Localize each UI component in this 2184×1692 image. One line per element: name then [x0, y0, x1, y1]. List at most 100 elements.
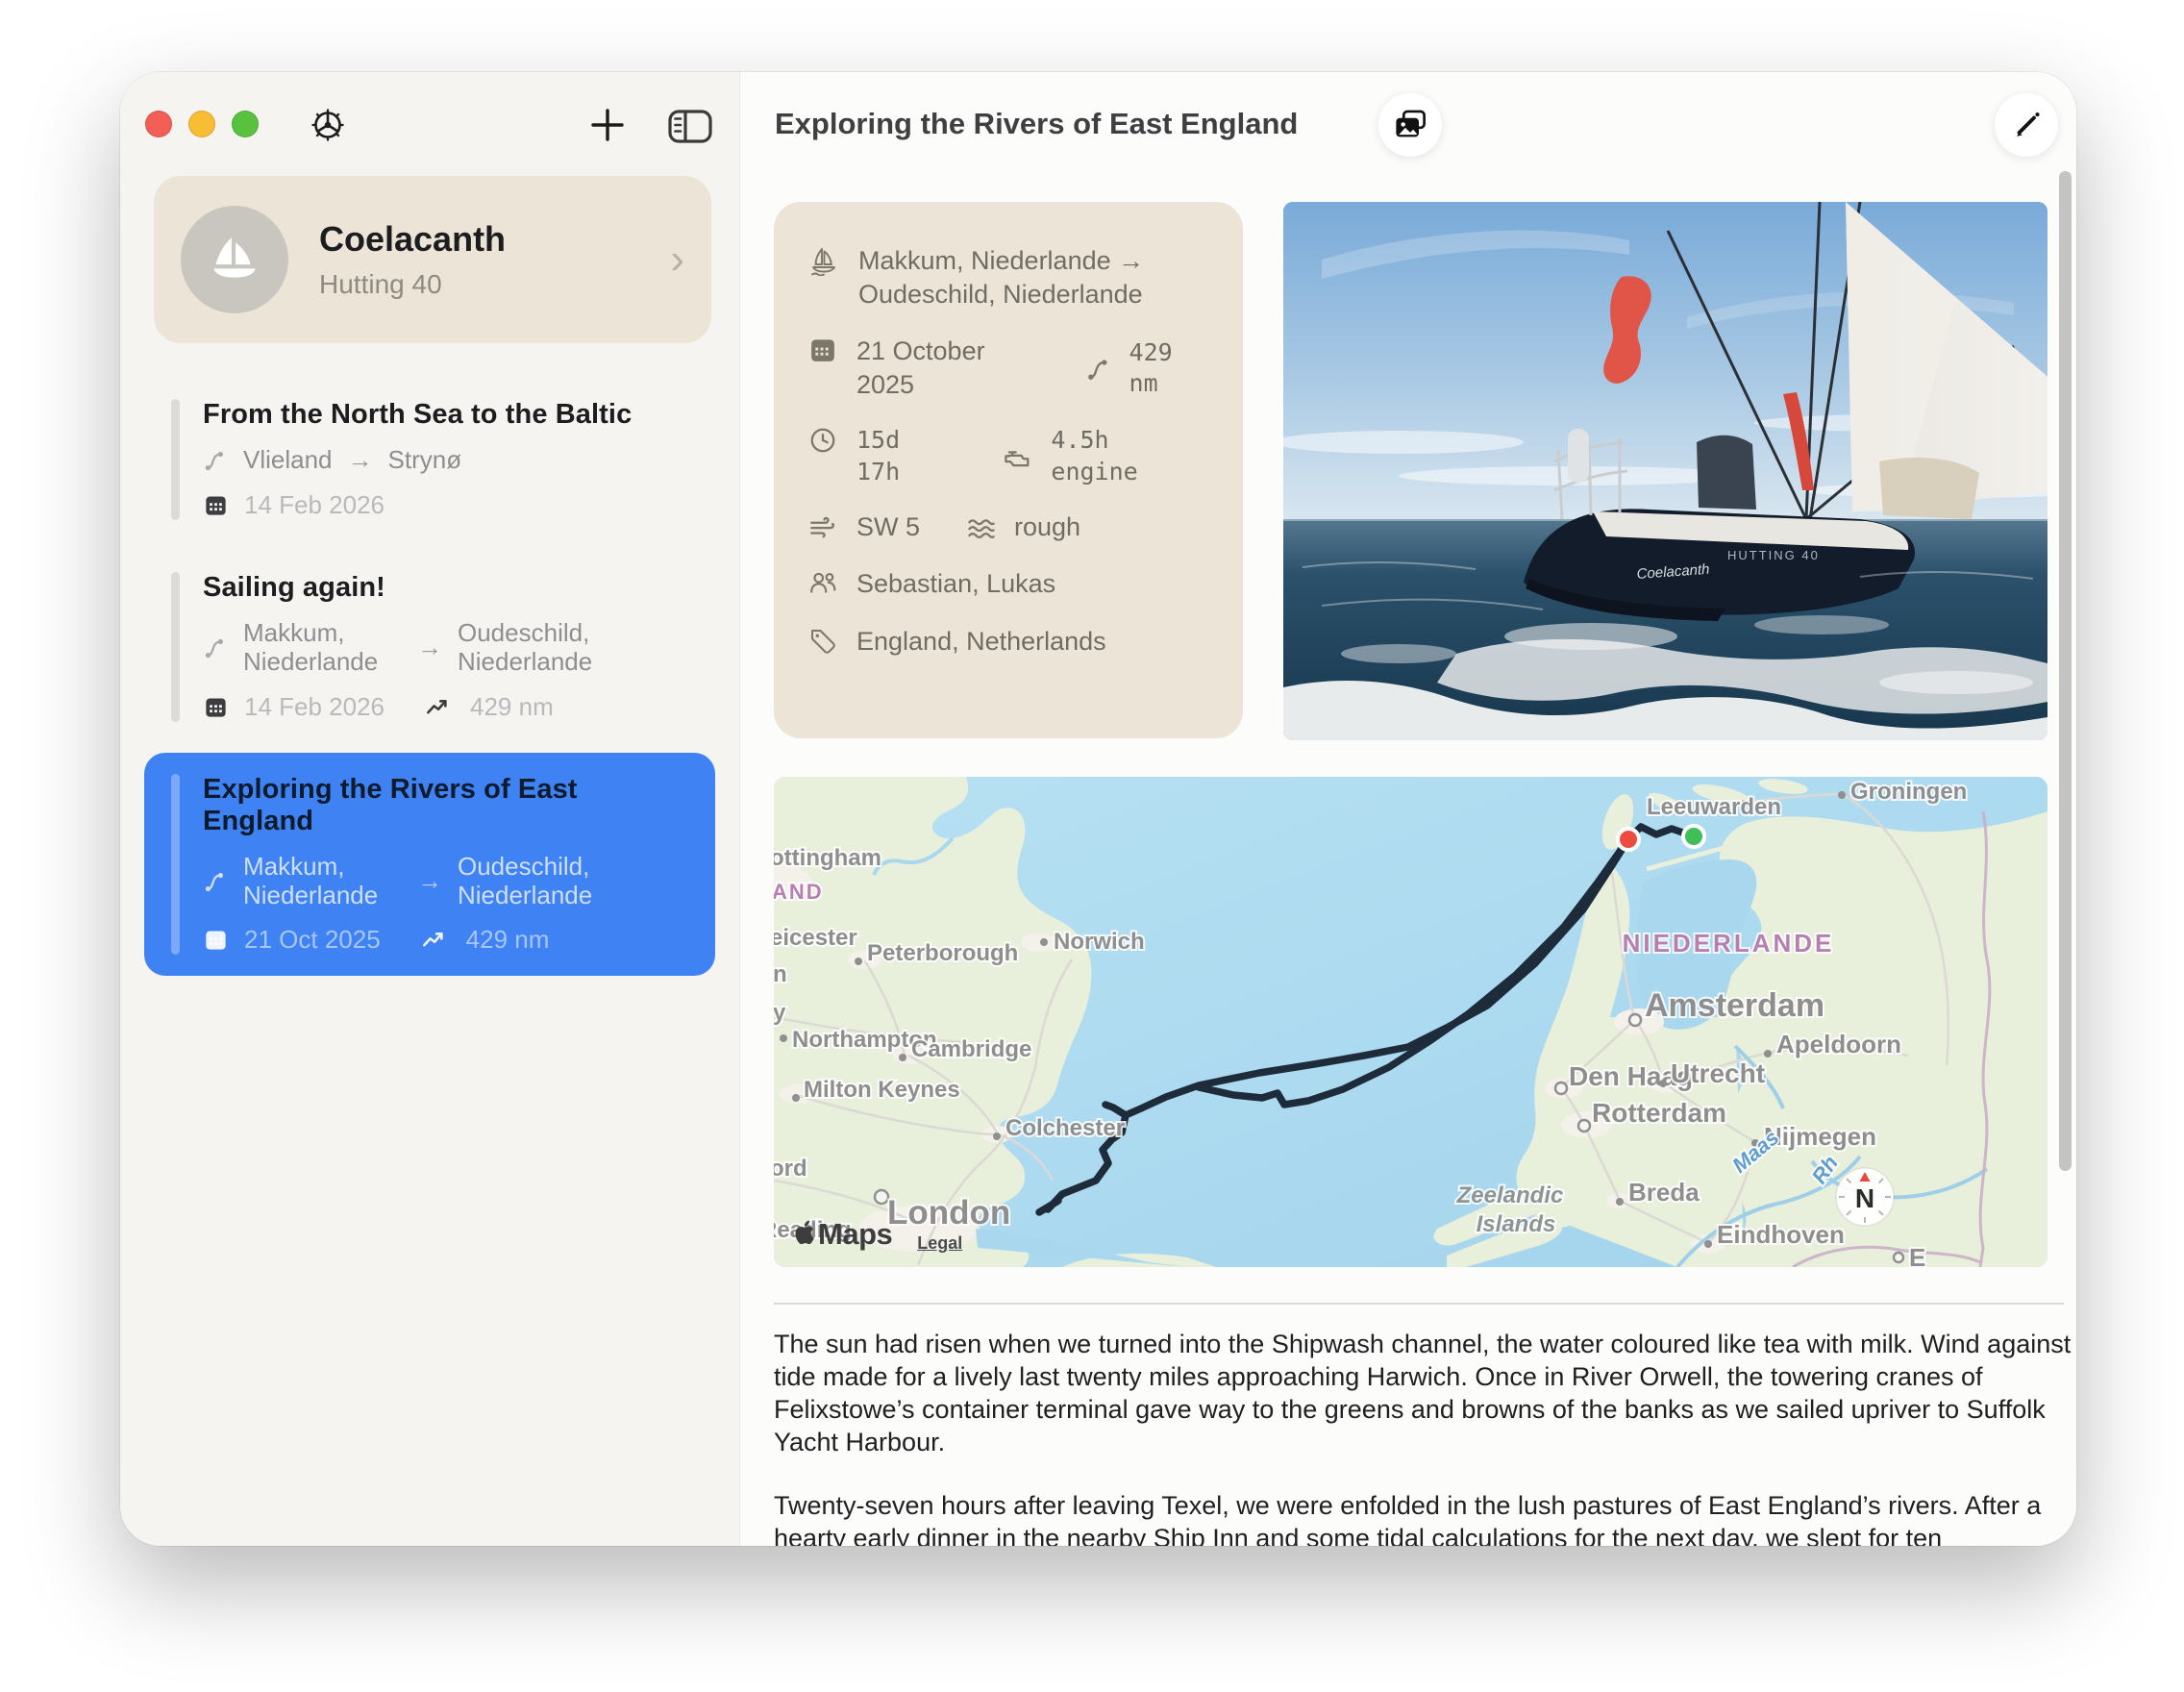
- map-place-label: Apeldoorn: [1776, 1030, 1901, 1058]
- map-place-label: Colchester: [1005, 1115, 1125, 1141]
- trip-meta: 14 Feb 2026: [203, 490, 688, 520]
- article-paragraph: Twenty-seven hours after leaving Texel, …: [774, 1489, 2072, 1546]
- trip-route: Makkum, Niederlande → Oudeschild, Nieder…: [203, 619, 688, 677]
- trip-distance: 429 nm: [470, 692, 554, 722]
- trip-title: Sailing again!: [203, 572, 688, 604]
- helm-wheel-icon: [309, 106, 347, 144]
- trip-accent-bar: [171, 774, 180, 956]
- maps-legal-link[interactable]: Legal: [917, 1233, 962, 1254]
- arrow-right-glyph: →: [417, 634, 442, 662]
- main-scrollbar[interactable]: [2059, 171, 2072, 1171]
- wind-icon: [808, 511, 837, 540]
- trip-item[interactable]: Sailing again! Makkum, Niederlande → Oud…: [144, 551, 715, 743]
- info-route-to: Oudeschild, Niederlande: [858, 280, 1143, 309]
- add-trip-button[interactable]: [587, 105, 628, 145]
- boat-card[interactable]: Coelacanth Hutting 40 ›: [154, 176, 711, 343]
- minimize-window-button[interactable]: [188, 111, 215, 137]
- maps-brand-label: Maps: [818, 1217, 892, 1252]
- route-icon: [203, 448, 228, 473]
- trip-item[interactable]: From the North Sea to the Baltic Vlielan…: [144, 378, 715, 541]
- waves-icon: [966, 512, 997, 543]
- map-place-label: Breda: [1628, 1178, 1700, 1207]
- route-map[interactable]: ottinghamANDeicesterPeterboroughNorwichn…: [774, 777, 2048, 1267]
- photos-stack-icon: [1393, 108, 1427, 142]
- content-divider: [774, 1303, 2064, 1305]
- boat-name: Coelacanth: [319, 219, 639, 260]
- plus-icon: [587, 105, 628, 145]
- trip-distance-group: 429 nm: [425, 692, 554, 722]
- map-place-label: Leeuwarden: [1647, 794, 1781, 820]
- trip-distance-group: 429 nm: [421, 925, 550, 955]
- info-wind: SW 5: [856, 510, 920, 544]
- map-place-label: NIEDERLANDE: [1623, 929, 1835, 958]
- map-place-label: Eindhoven: [1717, 1220, 1845, 1249]
- info-tags: England, Netherlands: [856, 627, 1106, 656]
- hull-model-text: HUTTING 40: [1727, 548, 1820, 562]
- info-duration: 15d 17h: [856, 425, 956, 487]
- main-content: Exploring the Rivers of East England: [740, 72, 2076, 1546]
- map-place-label: Rotterdam: [1592, 1098, 1726, 1128]
- map-place-label: eicester: [774, 925, 857, 951]
- boat-model: Hutting 40: [319, 269, 639, 300]
- trip-title: From the North Sea to the Baltic: [203, 399, 688, 431]
- trip-meta: 21 Oct 2025 429 nm: [203, 925, 688, 955]
- trip-info-card: Makkum, Niederlande → Oudeschild, Nieder…: [774, 202, 1243, 738]
- route-icon: [203, 869, 228, 894]
- trip-accent-bar: [171, 572, 180, 722]
- close-window-button[interactable]: [145, 111, 172, 137]
- tag-icon: [808, 626, 837, 655]
- info-engine-hours: 4.5h engine: [1051, 425, 1208, 487]
- app-window: Coelacanth Hutting 40 › From the North S…: [120, 72, 2076, 1546]
- map-place-label: ord: [774, 1156, 807, 1182]
- distance-chart-icon: [425, 694, 451, 720]
- trip-meta: 14 Feb 2026 429 nm: [203, 692, 688, 722]
- sailboat-icon: [808, 245, 839, 276]
- trip-accent-bar: [171, 399, 180, 520]
- trip-item[interactable]: Exploring the Rivers of East England Mak…: [144, 753, 715, 977]
- route-icon: [1085, 356, 1112, 383]
- map-place-label: Zeelandic: [1456, 1182, 1564, 1208]
- toggle-sidebar-button[interactable]: [666, 107, 714, 145]
- trip-distance: 429 nm: [466, 925, 550, 955]
- zoom-window-button[interactable]: [232, 111, 259, 137]
- info-crew: Sebastian, Lukas: [856, 569, 1055, 598]
- trip-title: Exploring the Rivers of East England: [203, 774, 688, 837]
- trip-from: Makkum, Niederlande: [243, 853, 402, 910]
- sidebar-toggle-icon: [666, 107, 714, 145]
- boat-avatar: [181, 206, 288, 313]
- trip-route: Vlieland → Strynø: [203, 446, 688, 475]
- map-place-label: Peterborough: [867, 940, 1018, 966]
- photos-button[interactable]: [1378, 93, 1442, 157]
- map-attribution: Maps Legal: [791, 1217, 962, 1254]
- settings-helm-button[interactable]: [309, 106, 347, 144]
- trip-photo[interactable]: Coelacanth HUTTING 40: [1283, 202, 2048, 740]
- clock-icon: [808, 426, 837, 455]
- map-place-label: Islands: [1477, 1211, 1556, 1237]
- route-end-marker: [1618, 829, 1639, 850]
- window-controls: [145, 111, 259, 137]
- distance-chart-icon: [421, 927, 447, 953]
- map-place-label: Cambridge: [911, 1036, 1031, 1062]
- trip-to: Oudeschild, Niederlande: [458, 619, 688, 677]
- sailboat-icon: [207, 232, 262, 287]
- map-place-label: n: [774, 961, 787, 987]
- map-canvas: ottinghamANDeicesterPeterboroughNorwichn…: [774, 777, 2048, 1267]
- sidebar: Coelacanth Hutting 40 › From the North S…: [120, 72, 740, 1546]
- compass[interactable]: N: [1836, 1168, 1894, 1226]
- trip-date: 14 Feb 2026: [244, 692, 385, 722]
- apple-logo-icon: [791, 1220, 816, 1249]
- calendar-icon: [203, 927, 229, 953]
- article-paragraph: The sun had risen when we turned into th…: [774, 1328, 2072, 1458]
- chevron-right-icon: ›: [670, 238, 684, 281]
- calendar-icon: [203, 492, 229, 518]
- trip-route: Makkum, Niederlande → Oudeschild, Nieder…: [203, 853, 688, 910]
- route-icon: [203, 635, 228, 660]
- map-place-label: AND: [774, 880, 824, 904]
- map-place-label: Utrecht: [1671, 1058, 1765, 1088]
- edit-button[interactable]: [1995, 93, 2058, 157]
- map-place-label: ottingham: [774, 845, 881, 871]
- page-title: Exploring the Rivers of East England: [775, 107, 1298, 141]
- maps-brand: Maps: [791, 1217, 892, 1252]
- trip-list: From the North Sea to the Baltic Vlielan…: [120, 361, 739, 993]
- map-place-label: E: [1909, 1243, 1925, 1267]
